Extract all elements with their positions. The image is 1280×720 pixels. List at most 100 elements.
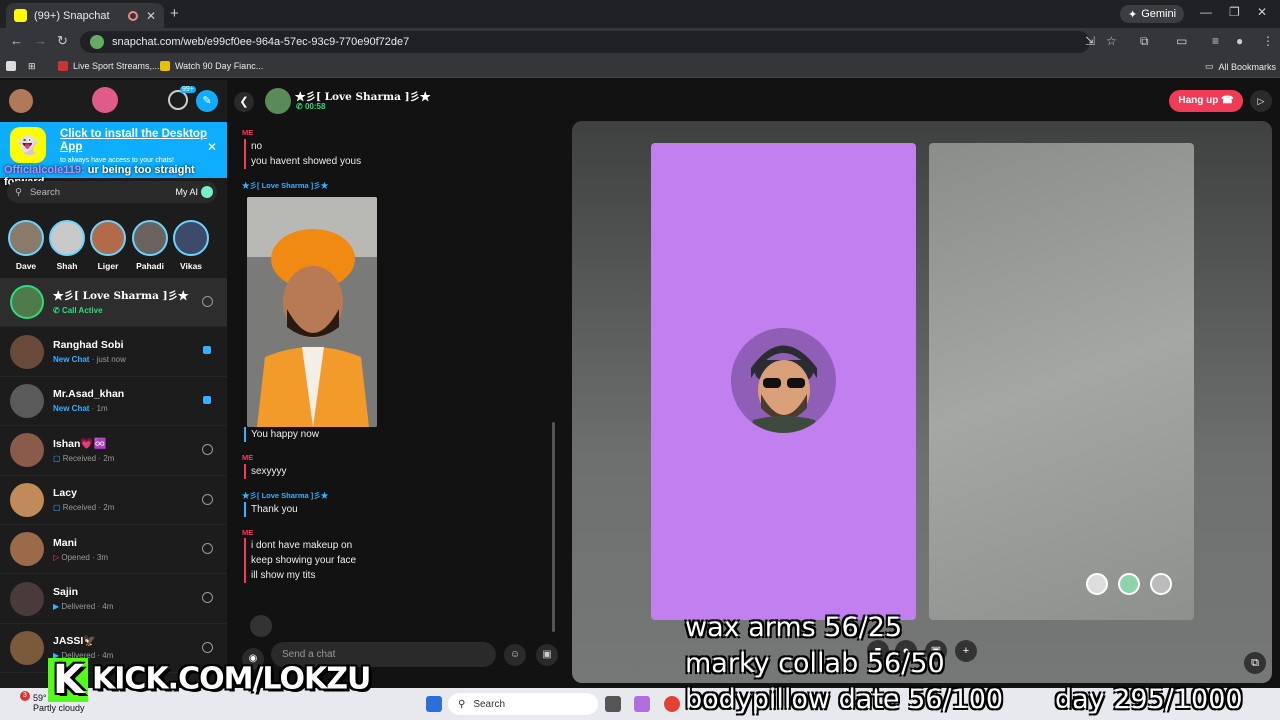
- chat-item-love-sharma[interactable]: ★彡[ Love Sharma ]彡★ ✆ Call Active: [0, 278, 227, 328]
- chrome-icon[interactable]: [664, 696, 680, 712]
- search-placeholder: Search: [29, 186, 61, 198]
- search-icon: ⚲: [458, 698, 466, 710]
- message-me[interactable]: i dont have makeup on keep showing your f…: [244, 538, 356, 583]
- chat-item-ranghad-sobi[interactable]: Ranghad Sobi New Chat · just now: [0, 327, 227, 377]
- story-liger[interactable]: Liger: [88, 220, 128, 271]
- copilot-icon[interactable]: [634, 696, 650, 712]
- avatar: [10, 433, 44, 468]
- typing-bitmoji-icon: [250, 615, 272, 637]
- extensions-icon[interactable]: ⧉: [1140, 34, 1149, 49]
- add-person-icon[interactable]: +: [955, 640, 977, 662]
- contact-avatar[interactable]: [265, 88, 291, 114]
- avatar: [10, 630, 44, 665]
- my-ai-button[interactable]: My AI: [175, 186, 213, 198]
- chat-item-lacy[interactable]: Lacy ▢ Received · 2m: [0, 476, 227, 525]
- lens-icon[interactable]: [1118, 573, 1140, 595]
- close-banner-icon[interactable]: ✕: [207, 140, 217, 154]
- chat-scrollbar[interactable]: [552, 422, 555, 632]
- sidepanel-icon[interactable]: ▭: [1176, 34, 1187, 48]
- sender-label-me: ME: [242, 453, 254, 462]
- shared-photo[interactable]: [247, 197, 377, 427]
- avatar: [10, 383, 44, 418]
- avatar: [10, 532, 44, 567]
- back-arrow-icon[interactable]: ←: [10, 33, 23, 48]
- browser-tab-bar: (99+) Snapchat ✕ + ✦ Gemini — ❐ ✕: [0, 0, 1280, 28]
- emoji-icon[interactable]: ☺: [504, 644, 526, 666]
- sender-label-me: ME: [242, 528, 254, 537]
- notification-badge: 3: [20, 691, 30, 701]
- story-vikas[interactable]: Vikas: [171, 220, 211, 271]
- install-banner-title[interactable]: Click to install the Desktop App: [60, 128, 210, 154]
- url-text: snapchat.com/web/e99cf0ee-964a-57ec-93c9…: [112, 36, 410, 48]
- apps-icon[interactable]: [6, 61, 16, 71]
- live-icon: [58, 61, 68, 71]
- menu-kebab-icon[interactable]: ⋮: [1262, 34, 1274, 48]
- avatar: [10, 482, 44, 517]
- windows-start-icon[interactable]: [426, 696, 442, 712]
- unread-chat-icon: [203, 395, 211, 404]
- restore-icon[interactable]: ❐: [1229, 5, 1240, 19]
- reload-icon[interactable]: ↻: [57, 33, 68, 49]
- new-chat-icon[interactable]: ✎: [196, 90, 218, 112]
- message-me[interactable]: sexyyyy: [244, 464, 287, 479]
- chat-item-ishan[interactable]: Ishan💗♾️ ▢ Received · 2m: [0, 426, 227, 476]
- profile-avatar[interactable]: [9, 89, 33, 113]
- phone-icon: ✆: [296, 102, 305, 111]
- task-view-icon[interactable]: [605, 696, 621, 712]
- back-chevron-icon[interactable]: ❮: [234, 92, 254, 112]
- bookmark-90-day[interactable]: Watch 90 Day Fianc...: [160, 61, 263, 71]
- search-bar[interactable]: ⚲ Search My AI: [7, 181, 217, 203]
- lens-icon[interactable]: [1150, 573, 1172, 595]
- close-window-icon[interactable]: ✕: [1257, 5, 1267, 19]
- copy-link-icon[interactable]: ⧉: [1244, 652, 1266, 674]
- lens-icon[interactable]: [1086, 573, 1108, 595]
- story-shah[interactable]: Shah: [47, 220, 87, 271]
- camera-reply-icon[interactable]: [202, 542, 213, 554]
- snapchat-app: 99+ ✎ 👻 Click to install the Desktop App…: [0, 80, 1280, 688]
- expand-icon[interactable]: ▷: [1250, 90, 1272, 112]
- camera-reply-icon[interactable]: [202, 444, 213, 456]
- bookmark-star-icon[interactable]: ☆: [1106, 34, 1117, 48]
- new-tab-button[interactable]: +: [170, 5, 179, 22]
- all-bookmarks[interactable]: ▭ All Bookmarks: [1205, 61, 1276, 72]
- sender-label-contact: ★彡[ Love Sharma ]彡★: [242, 181, 329, 190]
- chat-item-mr-asad-khan[interactable]: Mr.Asad_khan New Chat · 1m: [0, 377, 227, 427]
- message-me[interactable]: no you havent showed yous: [244, 139, 361, 169]
- story-dave[interactable]: Dave: [6, 220, 46, 271]
- message-contact[interactable]: Thank you: [244, 502, 298, 517]
- bitmoji-avatar-icon[interactable]: [92, 87, 118, 113]
- camera-reply-icon[interactable]: [202, 493, 213, 505]
- site-info-icon[interactable]: [90, 35, 104, 49]
- profile-avatar-icon[interactable]: ●: [1236, 34, 1243, 48]
- phone-down-icon: ☎: [1221, 95, 1234, 106]
- camera-reply-icon[interactable]: [202, 641, 213, 653]
- hang-up-button[interactable]: Hang up ☎: [1169, 90, 1243, 112]
- forward-arrow-icon[interactable]: →: [34, 33, 47, 48]
- address-bar[interactable]: snapchat.com/web/e99cf0ee-964a-57ec-93c9…: [80, 31, 1090, 53]
- add-friend-icon[interactable]: [168, 90, 188, 110]
- close-tab-icon[interactable]: ✕: [146, 9, 156, 23]
- sticker-icon[interactable]: ▣: [536, 644, 558, 666]
- received-chat-icon: ▢: [53, 503, 63, 513]
- story-pahadi[interactable]: Pahadi: [130, 220, 170, 271]
- camera-reply-icon[interactable]: [202, 592, 213, 604]
- bookmark-live-sport[interactable]: Live Sport Streams,...: [58, 61, 160, 71]
- browser-tab[interactable]: (99+) Snapchat ✕: [6, 3, 164, 28]
- media-icon[interactable]: ≡: [1212, 34, 1219, 48]
- avatar: [10, 285, 44, 320]
- snapchat-favicon-icon: [14, 9, 27, 22]
- chat-item-sajin[interactable]: Sajin ▶ Delivered · 4m: [0, 574, 227, 624]
- gemini-button[interactable]: ✦ Gemini: [1120, 5, 1185, 23]
- grid-icon[interactable]: ⊞: [28, 61, 36, 72]
- sender-label-me: ME: [242, 128, 254, 137]
- message-contact[interactable]: You happy now: [244, 427, 319, 442]
- camera-reply-icon[interactable]: [202, 296, 213, 307]
- screen: { "browser": { "tab_title": "(99+) Snapc…: [0, 0, 1280, 720]
- chat-list: ★彡[ Love Sharma ]彡★ ✆ Call Active Rangha…: [0, 278, 227, 674]
- taskbar-search[interactable]: ⚲ Search: [448, 693, 598, 715]
- avatar: [10, 581, 44, 616]
- chat-item-mani[interactable]: Mani ▷ Opened · 3m: [0, 525, 227, 575]
- install-app-icon[interactable]: ⇲: [1085, 34, 1095, 48]
- remote-video-tile: [651, 143, 916, 620]
- minimize-icon[interactable]: —: [1200, 5, 1212, 19]
